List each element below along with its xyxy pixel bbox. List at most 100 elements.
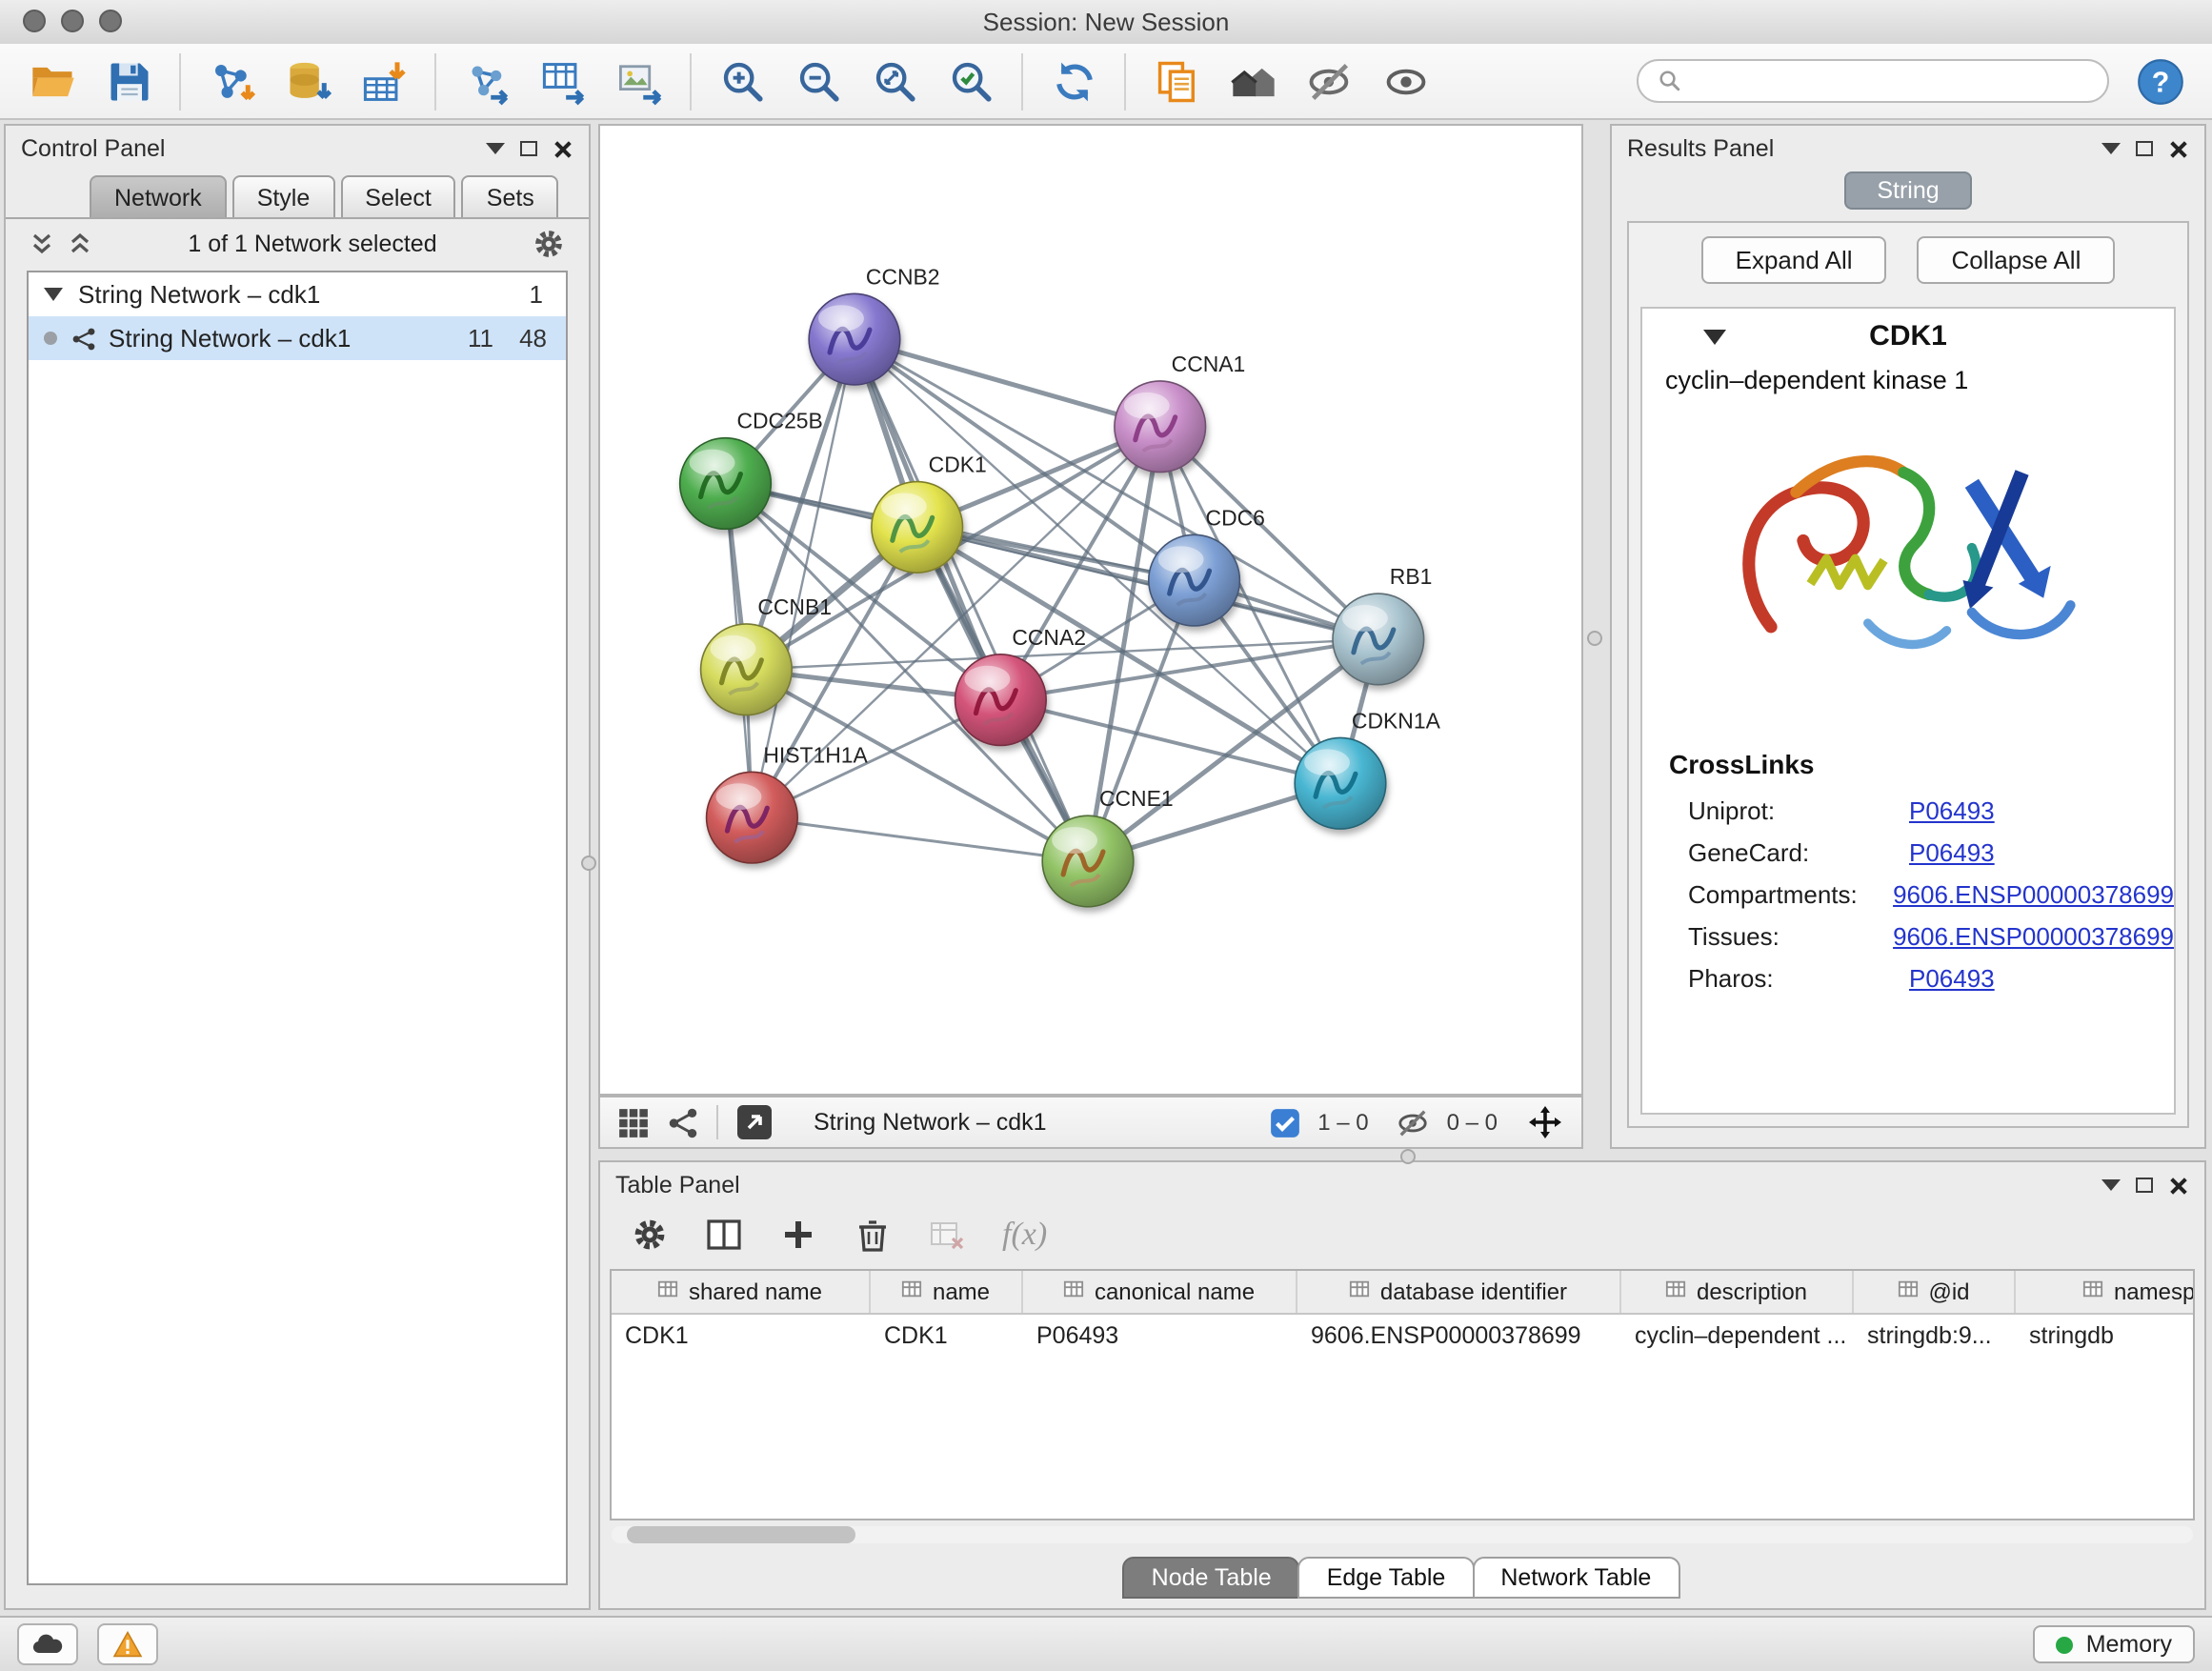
help-icon[interactable]: ? (2134, 55, 2185, 107)
network-canvas[interactable]: CCNB2CCNA1CDC25BCDK1CDC6RB1CCNB1CCNA2CDK… (598, 124, 1583, 1096)
crosslink-link[interactable]: P06493 (1909, 963, 1995, 992)
table-cell[interactable]: P06493 (1023, 1315, 1297, 1355)
style-document-icon[interactable] (1151, 55, 1202, 107)
export-image-icon[interactable] (613, 55, 665, 107)
panel-menu-icon[interactable] (2101, 1179, 2121, 1191)
window-titlebar[interactable]: Session: New Session (0, 0, 2212, 46)
memory-button[interactable]: Memory (2033, 1625, 2195, 1663)
tab-network-table[interactable]: Network Table (1472, 1557, 1679, 1599)
network-node-CDK1[interactable] (872, 482, 963, 574)
column-header-name[interactable]: name (871, 1271, 1023, 1313)
cloud-status-button[interactable] (17, 1623, 78, 1665)
network-options-gear-icon[interactable] (532, 227, 566, 261)
tab-style[interactable]: Style (232, 175, 335, 217)
tab-select[interactable]: Select (340, 175, 456, 217)
panel-menu-icon[interactable] (2101, 143, 2121, 154)
panel-close-icon[interactable] (2168, 138, 2189, 159)
crosslink-link[interactable]: P06493 (1909, 795, 1995, 824)
move-tool-icon[interactable] (1526, 1103, 1564, 1141)
panel-float-icon[interactable] (2136, 1178, 2153, 1193)
table-cell[interactable]: 9606.ENSP00000378699 (1297, 1315, 1621, 1355)
network-node-CDC25B[interactable] (680, 438, 772, 530)
zoom-selected-icon[interactable] (945, 55, 996, 107)
scrollbar-thumb[interactable] (627, 1526, 855, 1543)
expand-all-networks-icon[interactable] (29, 231, 55, 257)
column-header-shared-name[interactable]: shared name (612, 1271, 871, 1313)
table-row[interactable]: CDK1CDK1P064939606.ENSP00000378699cyclin… (612, 1315, 2193, 1355)
splitter-handle[interactable] (581, 856, 596, 871)
edge-CCNB2-CCNA1[interactable] (855, 339, 1160, 427)
network-row[interactable]: String Network – cdk1 11 48 (29, 316, 566, 360)
crosslink-link[interactable]: P06493 (1909, 837, 1995, 866)
zoom-fit-icon[interactable] (869, 55, 920, 107)
table-cell[interactable]: stringdb (2016, 1315, 2195, 1355)
grid-view-icon[interactable] (617, 1106, 650, 1138)
table-cell[interactable]: cyclin–dependent ... (1621, 1315, 1854, 1355)
crosslink-link[interactable]: 9606.ENSP00000378699 (1893, 921, 2174, 950)
network-node-CCNA1[interactable] (1115, 381, 1206, 473)
edge-CCNB2-CCNE1[interactable] (855, 339, 1088, 861)
save-session-icon[interactable] (103, 55, 154, 107)
panel-menu-icon[interactable] (486, 143, 505, 154)
function-builder-label[interactable]: f(x) (1002, 1216, 1047, 1254)
column-header-canonical-name[interactable]: canonical name (1023, 1271, 1297, 1313)
crosslink-link[interactable]: 9606.ENSP00000378699 (1893, 879, 2174, 908)
panel-float-icon[interactable] (2136, 141, 2153, 156)
tab-sets[interactable]: Sets (462, 175, 559, 217)
open-session-icon[interactable] (27, 55, 78, 107)
show-columns-icon[interactable] (705, 1216, 743, 1254)
add-column-icon[interactable] (779, 1216, 817, 1254)
column-header--id[interactable]: @id (1854, 1271, 2016, 1313)
tab-edge-table[interactable]: Edge Table (1298, 1557, 1475, 1599)
network-node-CCNB1[interactable] (701, 624, 793, 715)
splitter-handle[interactable] (1400, 1149, 1416, 1164)
import-network-from-file-icon[interactable] (206, 55, 257, 107)
column-header-namespace[interactable]: namespace (2016, 1271, 2195, 1313)
splitter-handle[interactable] (1587, 631, 1602, 646)
import-network-from-database-icon[interactable] (282, 55, 333, 107)
network-node-CDKN1A[interactable] (1295, 737, 1386, 829)
collapse-all-button[interactable]: Collapse All (1918, 235, 2116, 283)
network-node-HIST1H1A[interactable] (707, 772, 798, 863)
tab-string[interactable]: String (1844, 171, 1971, 210)
selected-checkbox-icon[interactable] (1268, 1106, 1300, 1138)
zoom-out-icon[interactable] (793, 55, 844, 107)
column-header-database-identifier[interactable]: database identifier (1297, 1271, 1621, 1313)
column-header-description[interactable]: description (1621, 1271, 1854, 1313)
panel-float-icon[interactable] (520, 141, 537, 156)
panel-close-icon[interactable] (2168, 1175, 2189, 1196)
open-in-new-window-icon[interactable] (735, 1103, 774, 1141)
network-node-CDC6[interactable] (1149, 534, 1240, 626)
network-node-CCNA2[interactable] (955, 654, 1047, 746)
table-cell[interactable]: CDK1 (612, 1315, 871, 1355)
disclosure-triangle-icon[interactable] (1703, 330, 1726, 345)
disclosure-triangle-icon[interactable] (44, 288, 63, 301)
hide-selected-eye-slash-icon[interactable] (1303, 55, 1355, 107)
search-input[interactable] (1694, 66, 2090, 96)
panel-close-icon[interactable] (553, 138, 573, 159)
warnings-button[interactable] (97, 1623, 158, 1665)
edge-HIST1H1A-CCNE1[interactable] (752, 817, 1088, 861)
delete-column-icon[interactable] (854, 1216, 892, 1254)
horizontal-scrollbar[interactable] (612, 1526, 2193, 1543)
show-selected-eye-icon[interactable] (1379, 55, 1431, 107)
table-cell[interactable]: CDK1 (871, 1315, 1023, 1355)
network-collection-row[interactable]: String Network – cdk1 1 (29, 272, 566, 316)
search-box[interactable] (1637, 59, 2109, 103)
network-graph[interactable]: CCNB2CCNA1CDC25BCDK1CDC6RB1CCNB1CCNA2CDK… (600, 126, 1581, 1094)
table-cell[interactable]: stringdb:9... (1854, 1315, 2016, 1355)
refresh-network-icon[interactable] (1048, 55, 1099, 107)
expand-all-button[interactable]: Expand All (1701, 235, 1887, 283)
network-node-RB1[interactable] (1333, 594, 1424, 685)
import-table-from-file-icon[interactable] (358, 55, 410, 107)
table-settings-gear-icon[interactable] (631, 1216, 669, 1254)
network-node-CCNB2[interactable] (809, 293, 900, 385)
edge-CDK1-RB1[interactable] (917, 527, 1378, 639)
collapse-all-networks-icon[interactable] (67, 231, 93, 257)
show-all-networks-icon[interactable] (1227, 55, 1278, 107)
zoom-in-icon[interactable] (716, 55, 768, 107)
tab-node-table[interactable]: Node Table (1123, 1557, 1300, 1599)
hidden-eye-icon[interactable] (1398, 1106, 1430, 1138)
tab-network[interactable]: Network (90, 175, 227, 217)
share-network-icon[interactable] (667, 1106, 699, 1138)
